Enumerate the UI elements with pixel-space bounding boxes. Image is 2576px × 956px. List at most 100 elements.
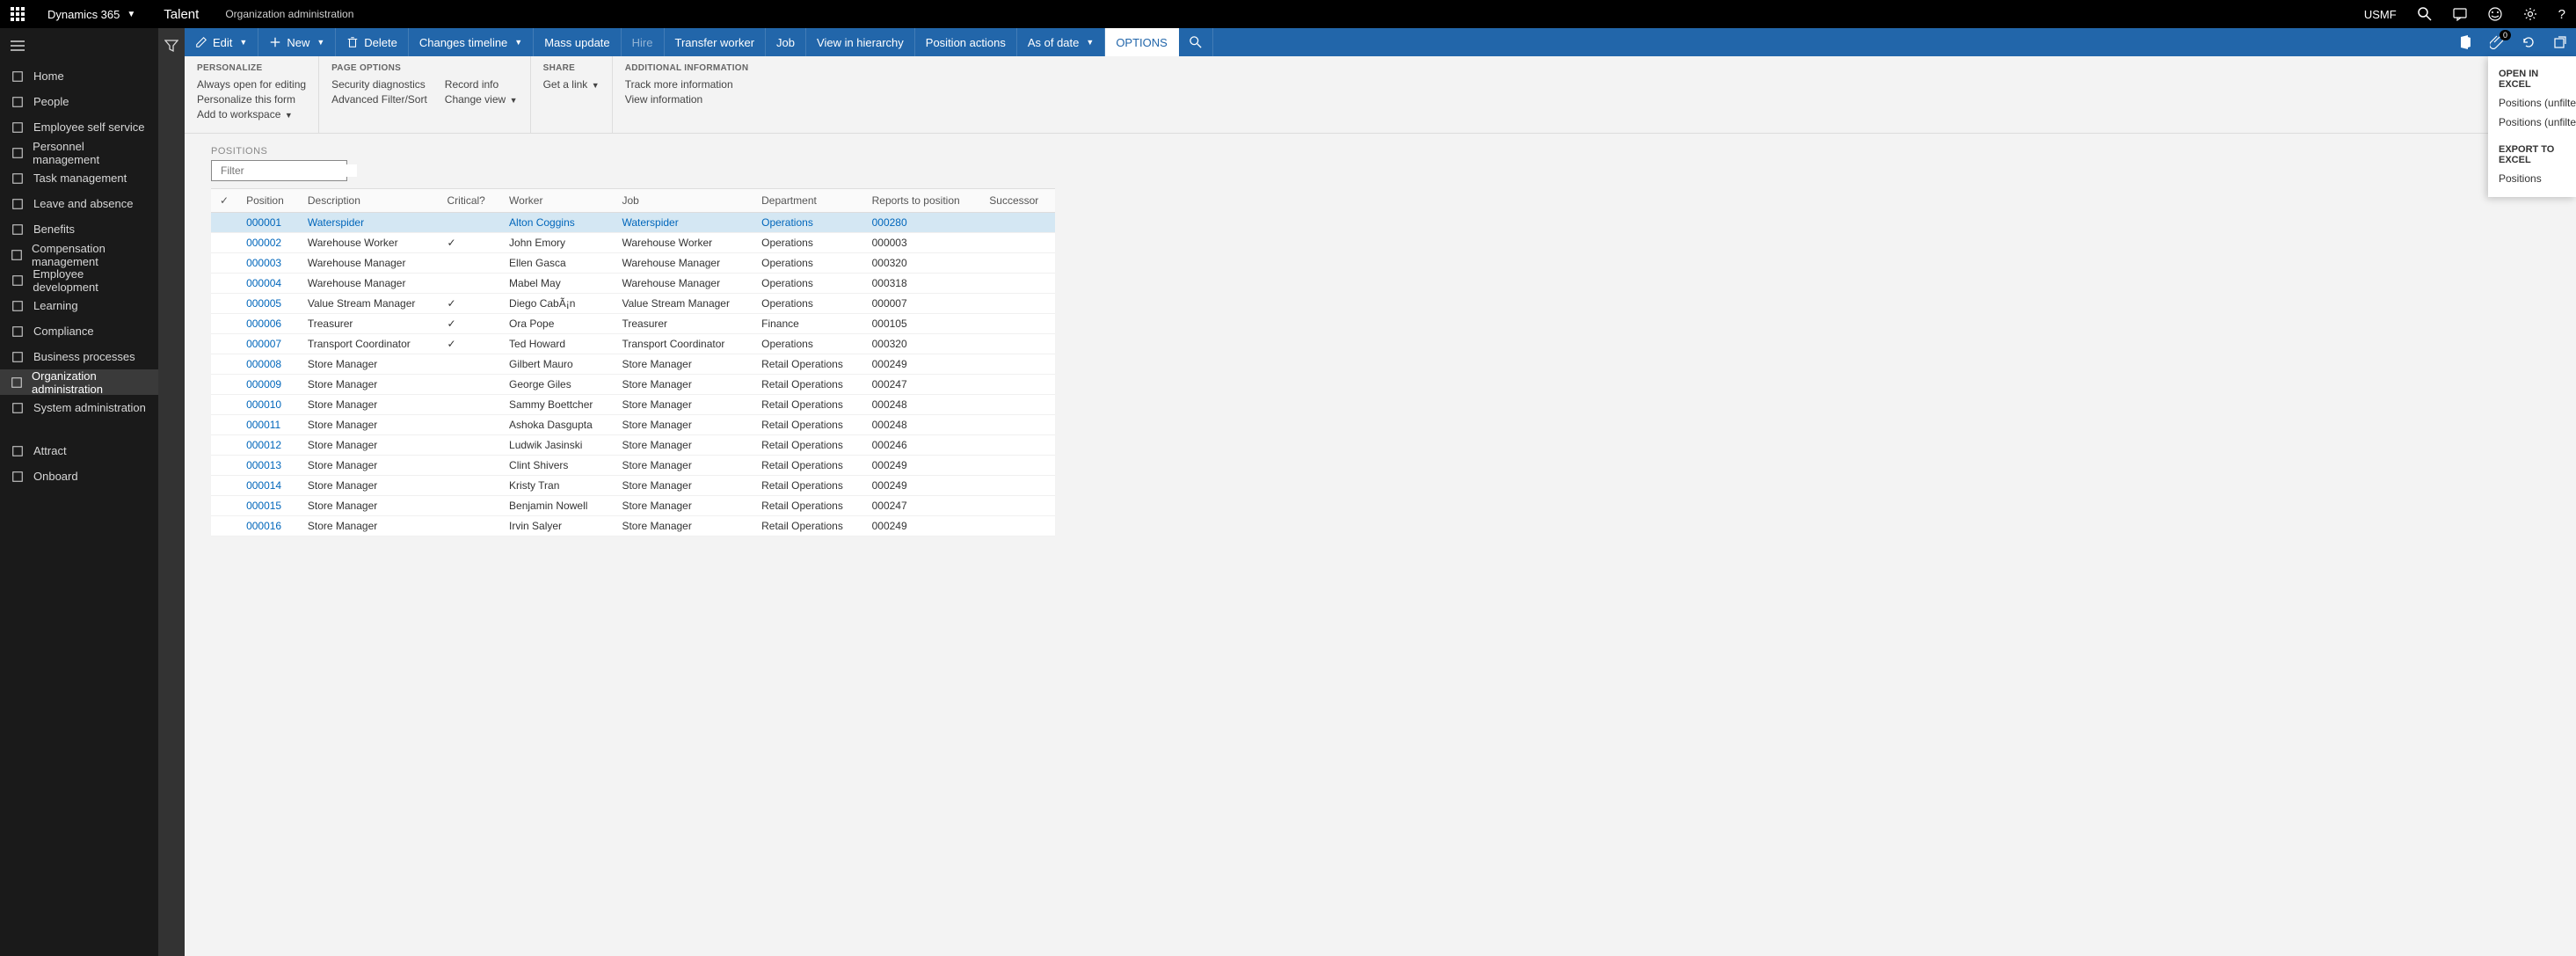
cell-reports-to[interactable]: 000280	[863, 213, 981, 233]
table-row[interactable]: 000012Store ManagerLudwik JasinskiStore …	[211, 435, 1055, 456]
cell-reports-to[interactable]: 000249	[863, 354, 981, 375]
nav-item-benefits[interactable]: Benefits	[0, 216, 158, 242]
advanced-filter-link[interactable]: Advanced Filter/Sort	[331, 93, 427, 106]
col-description[interactable]: Description	[299, 189, 439, 213]
cell-reports-to[interactable]: 000003	[863, 233, 981, 253]
job-button[interactable]: Job	[766, 28, 806, 56]
actionbar-search-button[interactable]	[1179, 28, 1213, 56]
row-checkbox[interactable]	[211, 233, 237, 253]
table-row[interactable]: 000007Transport Coordinator✓Ted HowardTr…	[211, 334, 1055, 354]
delete-button[interactable]: Delete	[336, 28, 409, 56]
table-row[interactable]: 000003Warehouse ManagerEllen GascaWareho…	[211, 253, 1055, 274]
cell-worker[interactable]: Kristy Tran	[500, 476, 613, 496]
row-checkbox[interactable]	[211, 274, 237, 294]
cell-position[interactable]: 000007	[237, 334, 299, 354]
nav-item-people[interactable]: People	[0, 89, 158, 114]
get-link-link[interactable]: Get a link ▼	[543, 78, 600, 91]
table-row[interactable]: 000014Store ManagerKristy TranStore Mana…	[211, 476, 1055, 496]
filter-input[interactable]	[221, 164, 357, 177]
cell-reports-to[interactable]: 000247	[863, 375, 981, 395]
cell-reports-to[interactable]: 000249	[863, 456, 981, 476]
as-of-date-button[interactable]: As of date▼	[1017, 28, 1105, 56]
table-row[interactable]: 000016Store ManagerIrvin SalyerStore Man…	[211, 516, 1055, 536]
table-row[interactable]: 000005Value Stream Manager✓Diego CabÃ¡nV…	[211, 294, 1055, 314]
cell-reports-to[interactable]: 000248	[863, 395, 981, 415]
edit-button[interactable]: Edit▼	[185, 28, 258, 56]
cell-worker[interactable]: Clint Shivers	[500, 456, 613, 476]
row-checkbox[interactable]	[211, 395, 237, 415]
table-row[interactable]: 000015Store ManagerBenjamin NowellStore …	[211, 496, 1055, 516]
track-more-link[interactable]: Track more information	[625, 78, 733, 91]
cell-reports-to[interactable]: 000320	[863, 334, 981, 354]
cell-worker[interactable]: Ashoka Dasgupta	[500, 415, 613, 435]
table-row[interactable]: 000010Store ManagerSammy BoettcherStore …	[211, 395, 1055, 415]
cell-position[interactable]: 000008	[237, 354, 299, 375]
col-department[interactable]: Department	[753, 189, 862, 213]
cell-position[interactable]: 000009	[237, 375, 299, 395]
cell-position[interactable]: 000014	[237, 476, 299, 496]
row-checkbox[interactable]	[211, 213, 237, 233]
col-reports-to[interactable]: Reports to position	[863, 189, 981, 213]
table-row[interactable]: 000004Warehouse ManagerMabel MayWarehous…	[211, 274, 1055, 294]
col-job[interactable]: Job	[613, 189, 753, 213]
hire-button[interactable]: Hire	[622, 28, 665, 56]
cell-worker[interactable]: George Giles	[500, 375, 613, 395]
row-checkbox[interactable]	[211, 253, 237, 274]
cell-worker[interactable]: Diego CabÃ¡n	[500, 294, 613, 314]
table-row[interactable]: 000011Store ManagerAshoka DasguptaStore …	[211, 415, 1055, 435]
cell-position[interactable]: 000002	[237, 233, 299, 253]
nav-item-employee-self-service[interactable]: Employee self service	[0, 114, 158, 140]
cell-position[interactable]: 000012	[237, 435, 299, 456]
view-information-link[interactable]: View information	[625, 93, 733, 106]
cell-worker[interactable]: John Emory	[500, 233, 613, 253]
nav-item-system-administration[interactable]: System administration	[0, 395, 158, 420]
nav-collapse-button[interactable]	[0, 28, 158, 63]
col-successor[interactable]: Successor	[980, 189, 1055, 213]
col-critical[interactable]: Critical?	[439, 189, 501, 213]
funnel-icon[interactable]	[164, 39, 178, 53]
cell-position[interactable]: 000011	[237, 415, 299, 435]
table-row[interactable]: 000008Store ManagerGilbert MauroStore Ma…	[211, 354, 1055, 375]
cell-position[interactable]: 000004	[237, 274, 299, 294]
row-checkbox[interactable]	[211, 415, 237, 435]
nav-item-task-management[interactable]: Task management	[0, 165, 158, 191]
cell-position[interactable]: 000013	[237, 456, 299, 476]
row-checkbox[interactable]	[211, 456, 237, 476]
cell-worker[interactable]: Irvin Salyer	[500, 516, 613, 536]
col-position[interactable]: Position	[237, 189, 299, 213]
table-row[interactable]: 000001WaterspiderAlton CogginsWaterspide…	[211, 213, 1055, 233]
row-checkbox[interactable]	[211, 375, 237, 395]
row-checkbox[interactable]	[211, 435, 237, 456]
cell-reports-to[interactable]: 000249	[863, 516, 981, 536]
record-info-link[interactable]: Record info	[445, 78, 518, 91]
company-picker[interactable]: USMF	[2354, 0, 2407, 28]
cell-position[interactable]: 000006	[237, 314, 299, 334]
nav-item-learning[interactable]: Learning	[0, 293, 158, 318]
position-actions-button[interactable]: Position actions	[915, 28, 1017, 56]
cell-worker[interactable]: Gilbert Mauro	[500, 354, 613, 375]
brand-dropdown[interactable]: Dynamics 365 ▼	[35, 8, 148, 21]
nav-item-home[interactable]: Home	[0, 63, 158, 89]
cell-worker[interactable]: Alton Coggins	[500, 213, 613, 233]
cell-reports-to[interactable]: 000007	[863, 294, 981, 314]
view-hierarchy-button[interactable]: View in hierarchy	[806, 28, 915, 56]
always-open-editing-link[interactable]: Always open for editing	[197, 78, 306, 91]
cell-position[interactable]: 000001	[237, 213, 299, 233]
security-diagnostics-link[interactable]: Security diagnostics	[331, 78, 427, 91]
app-launcher-button[interactable]	[0, 0, 35, 28]
attachments-button[interactable]: 0	[2481, 28, 2513, 56]
cell-reports-to[interactable]: 000318	[863, 274, 981, 294]
row-checkbox[interactable]	[211, 314, 237, 334]
cell-worker[interactable]: Mabel May	[500, 274, 613, 294]
cell-worker[interactable]: Sammy Boettcher	[500, 395, 613, 415]
col-worker[interactable]: Worker	[500, 189, 613, 213]
cell-reports-to[interactable]: 000248	[863, 415, 981, 435]
nav-item-business-processes[interactable]: Business processes	[0, 344, 158, 369]
cell-reports-to[interactable]: 000247	[863, 496, 981, 516]
settings-button[interactable]	[2513, 0, 2548, 28]
cell-position[interactable]: 000010	[237, 395, 299, 415]
refresh-button[interactable]	[2513, 28, 2544, 56]
table-row[interactable]: 000002Warehouse Worker✓John EmoryWarehou…	[211, 233, 1055, 253]
feedback-button[interactable]	[2478, 0, 2513, 28]
row-checkbox[interactable]	[211, 334, 237, 354]
